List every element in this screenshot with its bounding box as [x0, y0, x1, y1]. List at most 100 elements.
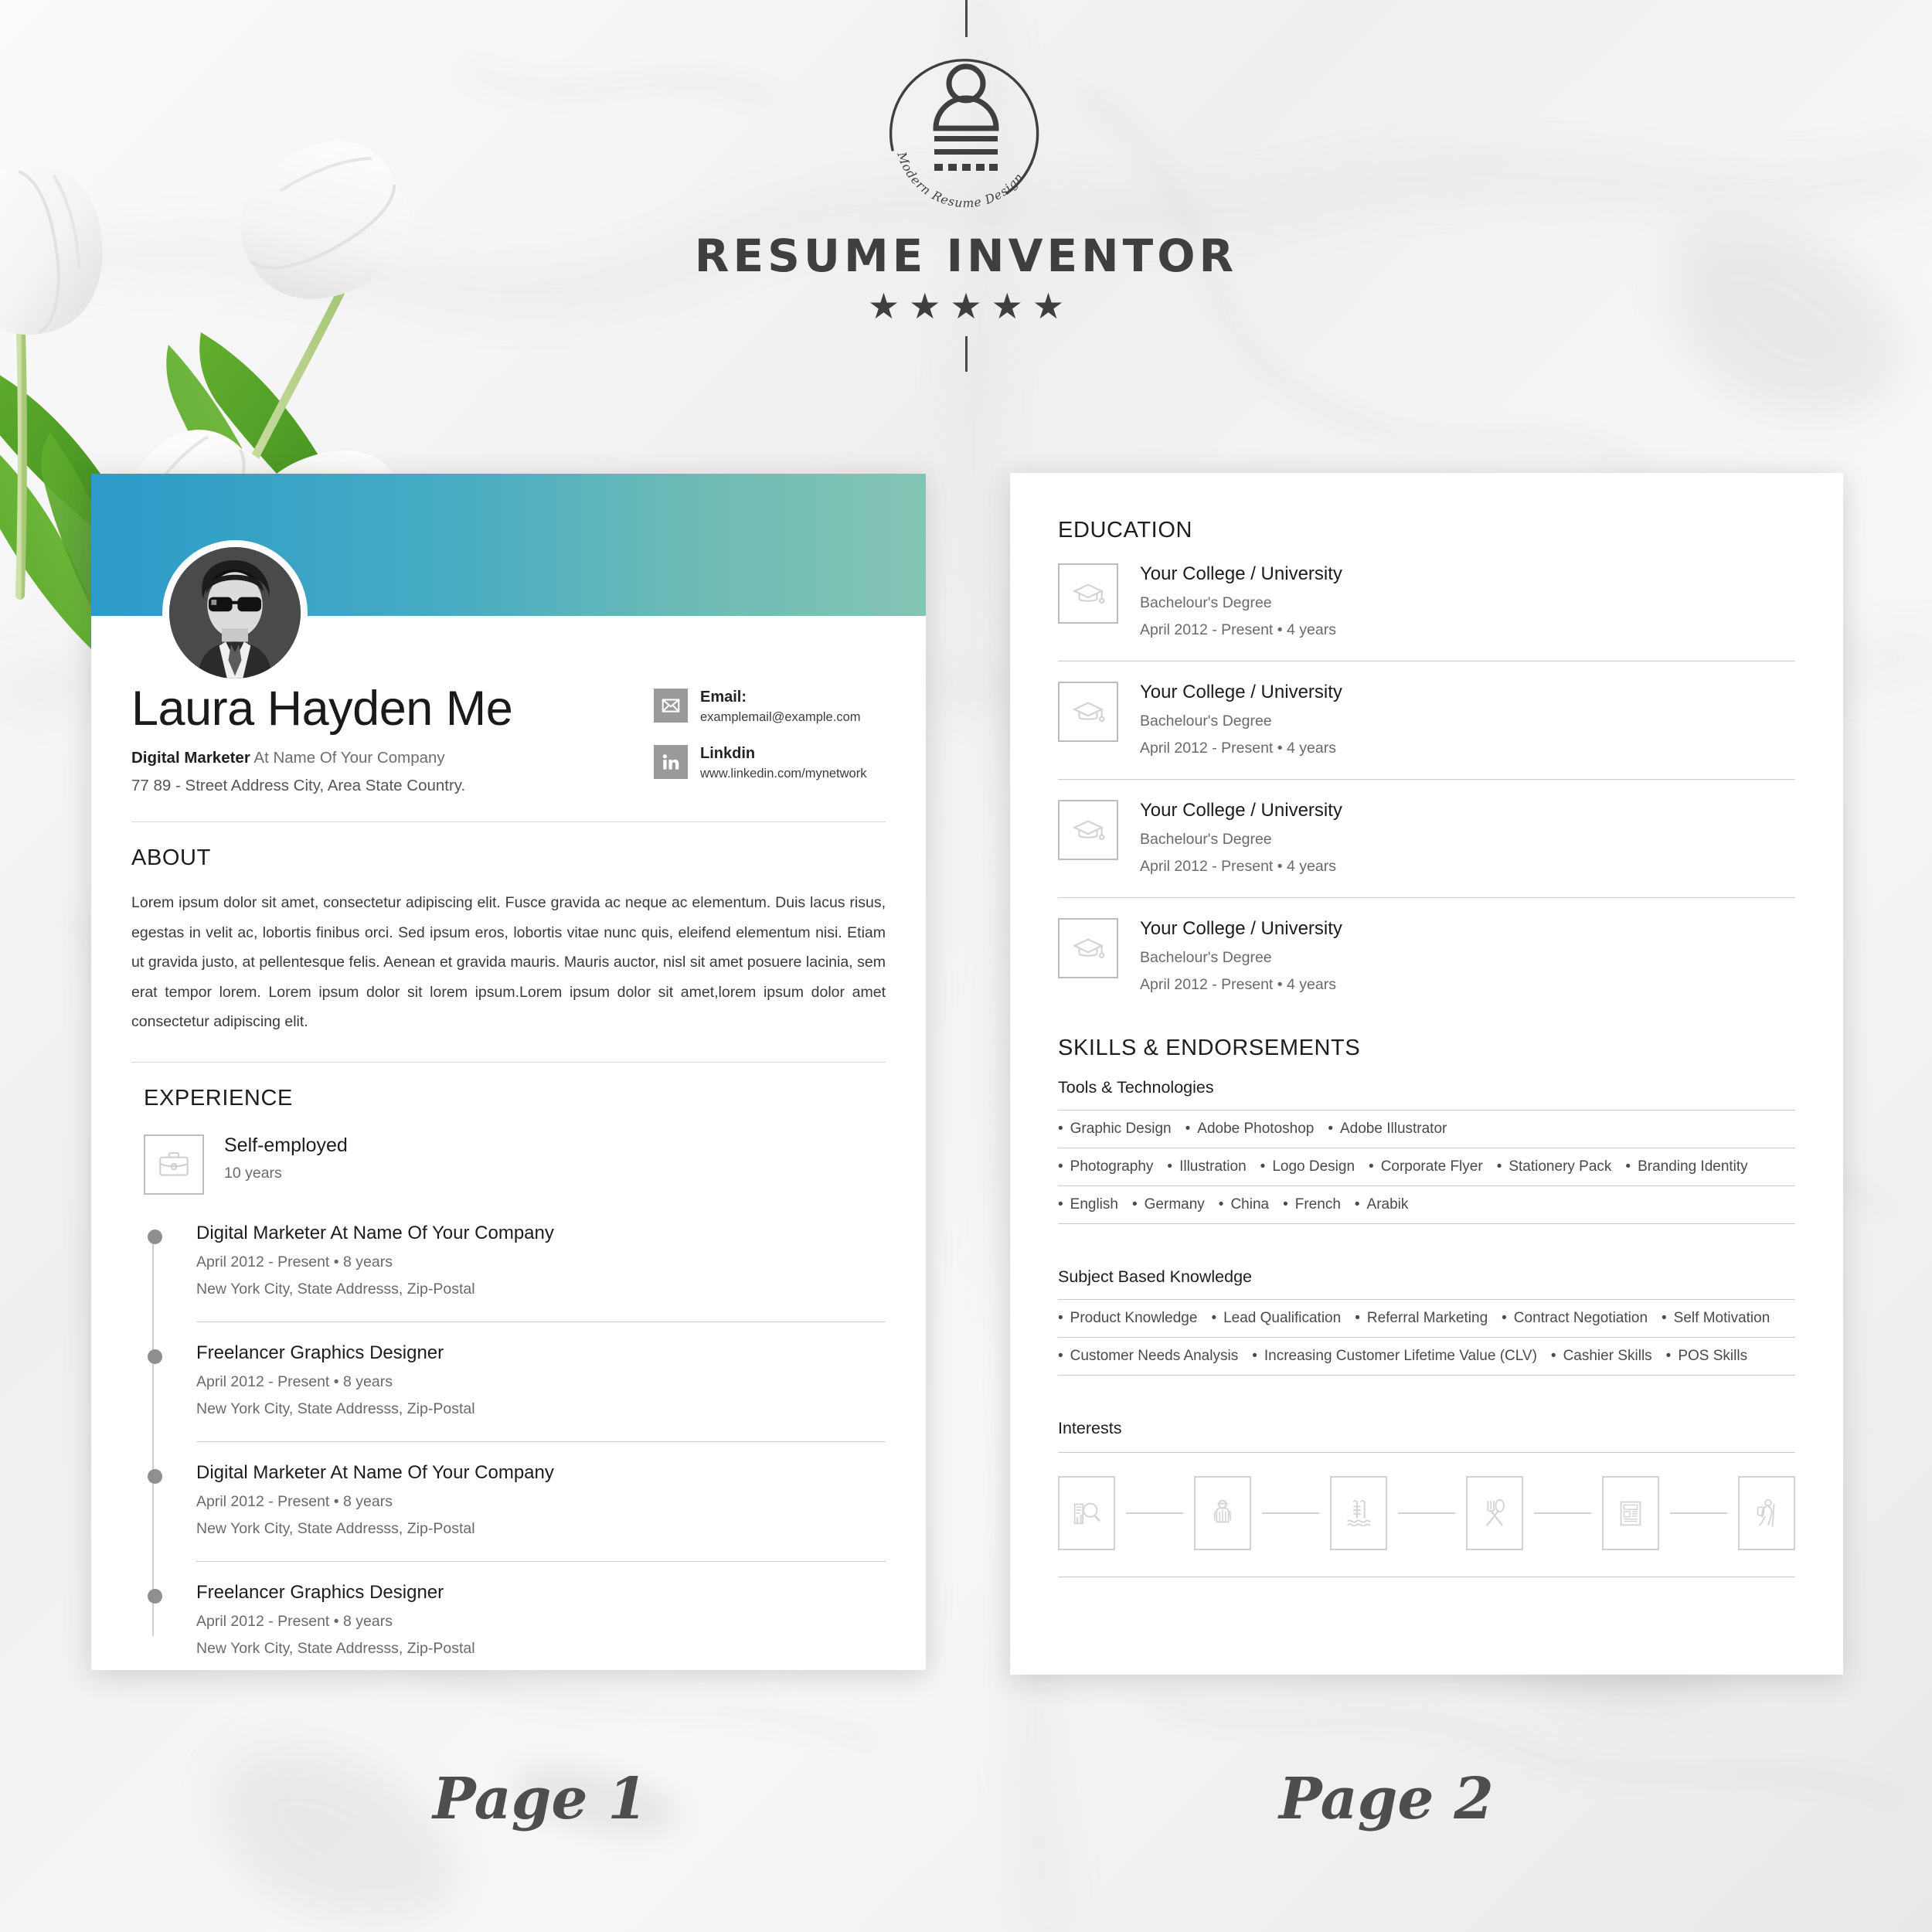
connector-line	[1262, 1512, 1319, 1514]
skill-chip[interactable]: • Self Motivation	[1662, 1310, 1770, 1327]
star-icon: ★	[1032, 286, 1065, 326]
experience-heading: EXPERIENCE	[144, 1085, 293, 1111]
skill-chip[interactable]: • Arabik	[1355, 1196, 1409, 1213]
connector-line	[1398, 1512, 1455, 1514]
resume-inventor-logo-mark: Modern Resume Design	[869, 42, 1063, 223]
skill-chip[interactable]: • Corporate Flyer	[1369, 1158, 1483, 1175]
skill-chip[interactable]: • Cashier Skills	[1551, 1348, 1652, 1365]
education-item[interactable]: Your College / University Bachelour's De…	[1058, 780, 1795, 876]
skills-rule	[1058, 1223, 1795, 1224]
bullet-icon: •	[1058, 1121, 1063, 1137]
experience-location: New York City, State Addresss, Zip-Posta…	[196, 1639, 475, 1657]
skill-row: • Customer Needs Analysis • Increasing Cus…	[1058, 1338, 1795, 1375]
top-divider-rule	[964, 0, 968, 37]
skill-chip[interactable]: • Illustration	[1167, 1158, 1246, 1175]
skill-row: • Graphic Design • Adobe Photoshop • Adobe …	[1058, 1111, 1795, 1148]
trekking-icon[interactable]	[1738, 1476, 1795, 1550]
graduation-cap-icon	[1058, 682, 1118, 742]
skill-chip[interactable]: • Stationery Pack	[1497, 1158, 1612, 1175]
newspaper-icon[interactable]	[1602, 1476, 1659, 1550]
skill-chip[interactable]: • Logo Design	[1260, 1158, 1355, 1175]
branding-header: Modern Resume Design RESUME INVENTOR ★ ★…	[0, 0, 1932, 386]
skill-chip[interactable]: • French	[1283, 1196, 1341, 1213]
skill-chip[interactable]: • Branding Identity	[1625, 1158, 1747, 1175]
bullet-icon: •	[1496, 1158, 1502, 1175]
skills-group-heading: Subject Based Knowledge	[1058, 1267, 1253, 1286]
bullet-icon: •	[1625, 1158, 1631, 1175]
skill-chip[interactable]: • Photography	[1058, 1158, 1153, 1175]
logo-tagline: Modern Resume Design	[894, 149, 1026, 210]
skills-group-tools: Tools & Technologies • Graphic Design • Ad…	[1058, 1078, 1795, 1224]
bullet-icon: •	[1283, 1196, 1288, 1213]
skill-chip[interactable]: • Adobe Illustrator	[1328, 1121, 1447, 1138]
divider-after-about	[131, 1061, 886, 1063]
connector-line	[1534, 1512, 1591, 1514]
experience-title: Freelancer Graphics Designer	[196, 1581, 444, 1603]
bullet-icon: •	[1167, 1158, 1173, 1175]
star-icon: ★	[867, 286, 900, 326]
skill-row: • Photography • Illustration • Logo Design …	[1058, 1148, 1795, 1185]
skill-chip[interactable]: • Adobe Photoshop	[1185, 1121, 1315, 1138]
experience-meta: April 2012 - Present • 8 years	[196, 1492, 393, 1510]
timeline-dot-icon	[148, 1468, 162, 1484]
experience-employer: Self-employed 10 years	[144, 1134, 886, 1195]
experience-title: Digital Marketer At Name Of Your Company	[196, 1461, 554, 1483]
education-school: Your College / University	[1140, 682, 1342, 702]
connector-line	[1126, 1512, 1183, 1514]
education-item[interactable]: Your College / University Bachelour's De…	[1058, 543, 1795, 639]
bullet-icon: •	[1058, 1158, 1063, 1175]
experience-divider	[196, 1560, 886, 1562]
skill-chip[interactable]: • POS Skills	[1666, 1348, 1747, 1365]
envelope-icon	[654, 689, 688, 723]
contact-item-linkedin[interactable]: Linkdin www.linkedin.com/mynetwork	[654, 744, 886, 781]
about-text: Lorem ipsum dolor sit amet, consectetur …	[131, 893, 886, 1031]
skill-chip[interactable]: • Referral Marketing	[1355, 1310, 1488, 1327]
contact-value: www.linkedin.com/mynetwork	[700, 766, 867, 781]
skill-chip[interactable]: • Product Knowledge	[1058, 1310, 1197, 1327]
dining-icon[interactable]	[1466, 1476, 1523, 1550]
contact-label: Email:	[700, 689, 747, 706]
experience-item[interactable]: Freelancer Graphics Designer April 2012 …	[148, 1342, 886, 1462]
skill-chip[interactable]: • Contract Negotiation	[1502, 1310, 1648, 1327]
skill-chip[interactable]: • China	[1219, 1196, 1269, 1213]
skill-chip[interactable]: • Graphic Design	[1058, 1121, 1172, 1138]
experience-item[interactable]: Freelancer Graphics Designer April 2012 …	[148, 1581, 886, 1678]
education-school: Your College / University	[1140, 918, 1342, 939]
hiker-icon[interactable]	[1194, 1476, 1251, 1550]
page-title: Laura Hayden Me	[131, 682, 513, 736]
bullet-icon: •	[1369, 1158, 1374, 1175]
education-section: EDUCATION Your College / University Bach…	[1058, 518, 1795, 994]
skill-chip[interactable]: • Increasing Customer Lifetime Value (CLV…	[1252, 1348, 1537, 1365]
linkedin-icon	[654, 744, 688, 779]
skill-chip[interactable]: • Germany	[1132, 1196, 1205, 1213]
briefcase-icon	[144, 1134, 204, 1195]
skill-chip[interactable]: • Lead Qualification	[1211, 1310, 1341, 1327]
skill-row: • Product Knowledge • Lead Qualification •…	[1058, 1300, 1795, 1337]
bullet-icon: •	[1131, 1196, 1138, 1213]
research-analytics-icon[interactable]	[1058, 1476, 1115, 1550]
education-item[interactable]: Your College / University Bachelour's De…	[1058, 662, 1795, 757]
timeline-dot-icon	[148, 1229, 162, 1244]
interests-icon-row	[1058, 1453, 1795, 1577]
role-title: Digital Marketer	[131, 749, 250, 767]
about-section: ABOUT Lorem ipsum dolor sit amet, consec…	[131, 845, 886, 1037]
experience-title: Freelancer Graphics Designer	[196, 1342, 444, 1363]
connector-line	[1670, 1512, 1727, 1514]
contact-item-email[interactable]: Email: examplemail@example.com	[654, 689, 886, 725]
education-item[interactable]: Your College / University Bachelour's De…	[1058, 898, 1795, 994]
experience-location: New York City, State Addresss, Zip-Posta…	[196, 1519, 475, 1537]
experience-item[interactable]: Digital Marketer At Name Of Your Company…	[148, 1461, 886, 1582]
divider-after-identity	[131, 821, 886, 822]
bullet-icon: •	[1260, 1158, 1266, 1175]
resume-page-2[interactable]: EDUCATION Your College / University Bach…	[1010, 473, 1843, 1675]
star-icon: ★	[950, 286, 982, 326]
bullet-icon: •	[1328, 1121, 1333, 1137]
education-school: Your College / University	[1140, 800, 1342, 821]
skill-chip[interactable]: • English	[1058, 1196, 1118, 1213]
experience-title: Digital Marketer At Name Of Your Company	[196, 1222, 554, 1243]
resume-page-1[interactable]: Laura Hayden Me Digital Marketer At Name…	[91, 474, 926, 1670]
experience-item[interactable]: Digital Marketer At Name Of Your Company…	[148, 1222, 886, 1342]
skill-chip[interactable]: • Customer Needs Analysis	[1058, 1348, 1238, 1365]
graduation-cap-icon	[1058, 563, 1118, 624]
swimming-pool-icon[interactable]	[1330, 1476, 1387, 1550]
